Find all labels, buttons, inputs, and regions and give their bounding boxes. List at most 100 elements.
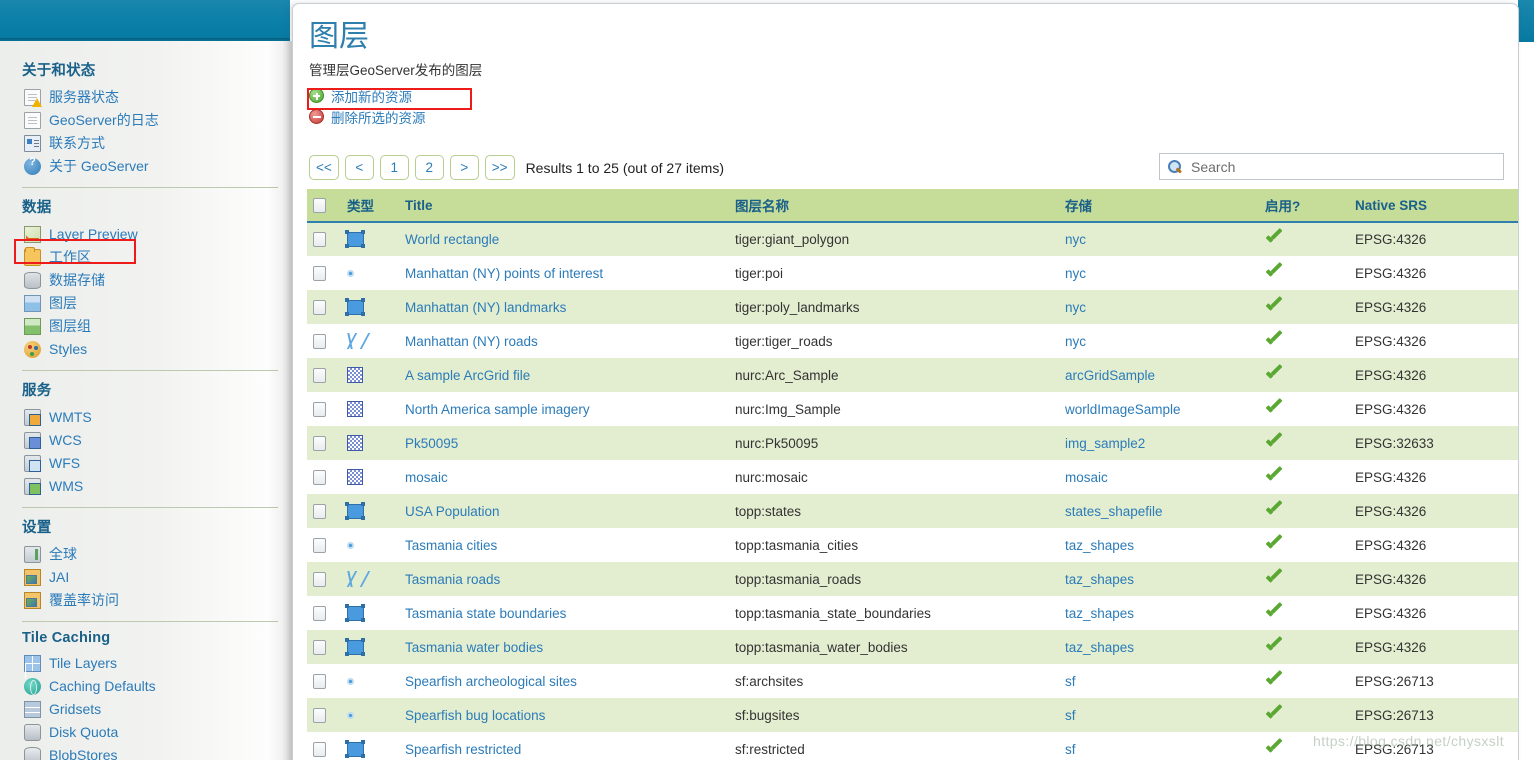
layer-title-link[interactable]: Pk50095: [405, 436, 458, 451]
row-checkbox[interactable]: [313, 741, 326, 757]
sidebar-item-global-settings[interactable]: 全球: [22, 543, 290, 565]
row-title-cell[interactable]: A sample ArcGrid file: [399, 358, 729, 392]
store-link[interactable]: img_sample2: [1065, 436, 1145, 451]
search-box[interactable]: [1159, 153, 1504, 180]
sidebar-item-layer-preview[interactable]: Layer Preview: [22, 223, 290, 245]
row-title-cell[interactable]: Spearfish restricted: [399, 732, 729, 760]
row-select-cell[interactable]: [307, 664, 341, 698]
pager-last-button[interactable]: >>: [484, 155, 515, 180]
row-title-cell[interactable]: Tasmania water bodies: [399, 630, 729, 664]
row-title-cell[interactable]: Manhattan (NY) points of interest: [399, 256, 729, 290]
layer-title-link[interactable]: Spearfish bug locations: [405, 708, 545, 723]
layer-title-link[interactable]: Tasmania cities: [405, 538, 497, 553]
sidebar-item-workspace[interactable]: 工作区: [22, 246, 290, 268]
row-checkbox[interactable]: [313, 503, 326, 519]
pager-first-button[interactable]: <<: [309, 155, 339, 180]
store-link[interactable]: nyc: [1065, 232, 1086, 247]
row-title-cell[interactable]: Spearfish archeological sites: [399, 664, 729, 698]
sidebar-item-caching-defaults[interactable]: Caching Defaults: [22, 675, 290, 697]
row-checkbox[interactable]: [313, 367, 326, 383]
row-store-cell[interactable]: taz_shapes: [1059, 596, 1259, 630]
store-link[interactable]: taz_shapes: [1065, 606, 1134, 621]
layer-title-link[interactable]: Spearfish archeological sites: [405, 674, 577, 689]
row-title-cell[interactable]: Manhattan (NY) roads: [399, 324, 729, 358]
row-checkbox[interactable]: [313, 537, 326, 553]
remove-resource-action[interactable]: 删除所选的资源: [309, 106, 1504, 127]
sidebar-item-blobstores[interactable]: BlobStores: [22, 744, 290, 760]
sidebar-item-about[interactable]: 关于 GeoServer: [22, 155, 290, 177]
row-select-cell[interactable]: [307, 324, 341, 358]
row-title-cell[interactable]: Manhattan (NY) landmarks: [399, 290, 729, 324]
row-select-cell[interactable]: [307, 392, 341, 426]
row-title-cell[interactable]: Tasmania roads: [399, 562, 729, 596]
store-link[interactable]: nyc: [1065, 334, 1086, 349]
row-checkbox[interactable]: [313, 435, 326, 451]
row-select-cell[interactable]: [307, 698, 341, 732]
row-title-cell[interactable]: USA Population: [399, 494, 729, 528]
row-store-cell[interactable]: mosaic: [1059, 460, 1259, 494]
row-select-cell[interactable]: [307, 426, 341, 460]
store-link[interactable]: mosaic: [1065, 470, 1108, 485]
layer-title-link[interactable]: Spearfish restricted: [405, 742, 521, 757]
row-store-cell[interactable]: nyc: [1059, 256, 1259, 290]
sidebar-item-wmts[interactable]: WMTS: [22, 406, 290, 428]
row-select-cell[interactable]: [307, 528, 341, 562]
row-checkbox[interactable]: [313, 673, 326, 689]
row-checkbox[interactable]: [313, 333, 326, 349]
sidebar-item-coverage-access[interactable]: 覆盖率访问: [22, 589, 290, 611]
sidebar-item-datastore[interactable]: 数据存储: [22, 269, 290, 291]
sidebar-item-jai[interactable]: JAI: [22, 566, 290, 588]
row-store-cell[interactable]: sf: [1059, 732, 1259, 760]
store-link[interactable]: taz_shapes: [1065, 572, 1134, 587]
row-select-cell[interactable]: [307, 596, 341, 630]
row-select-cell[interactable]: [307, 630, 341, 664]
store-link[interactable]: sf: [1065, 708, 1076, 723]
sidebar-item-wcs[interactable]: WCS: [22, 429, 290, 451]
row-checkbox[interactable]: [313, 571, 326, 587]
pager-page-1-button[interactable]: 1: [379, 155, 409, 180]
row-checkbox[interactable]: [313, 605, 326, 621]
layer-title-link[interactable]: World rectangle: [405, 232, 499, 247]
store-link[interactable]: sf: [1065, 674, 1076, 689]
sidebar-item-disk-quota[interactable]: Disk Quota: [22, 721, 290, 743]
layer-title-link[interactable]: Manhattan (NY) points of interest: [405, 266, 603, 281]
row-select-cell[interactable]: [307, 290, 341, 324]
layer-title-link[interactable]: Tasmania roads: [405, 572, 500, 587]
row-checkbox[interactable]: [313, 401, 326, 417]
layer-title-link[interactable]: mosaic: [405, 470, 448, 485]
row-select-cell[interactable]: [307, 460, 341, 494]
store-link[interactable]: nyc: [1065, 266, 1086, 281]
row-select-cell[interactable]: [307, 358, 341, 392]
row-title-cell[interactable]: North America sample imagery: [399, 392, 729, 426]
store-link[interactable]: nyc: [1065, 300, 1086, 315]
header-native-srs[interactable]: Native SRS: [1349, 189, 1518, 223]
store-link[interactable]: states_shapefile: [1065, 504, 1163, 519]
row-store-cell[interactable]: states_shapefile: [1059, 494, 1259, 528]
row-select-cell[interactable]: [307, 732, 341, 760]
pager-page-2-button[interactable]: 2: [414, 155, 444, 180]
row-checkbox[interactable]: [313, 469, 326, 485]
row-checkbox[interactable]: [313, 232, 326, 248]
layer-title-link[interactable]: North America sample imagery: [405, 402, 590, 417]
header-select-all[interactable]: [307, 189, 341, 223]
layer-title-link[interactable]: Tasmania state boundaries: [405, 606, 566, 621]
sidebar-item-wms[interactable]: WMS: [22, 475, 290, 497]
row-title-cell[interactable]: Spearfish bug locations: [399, 698, 729, 732]
layer-title-link[interactable]: Manhattan (NY) roads: [405, 334, 538, 349]
row-select-cell[interactable]: [307, 222, 341, 256]
row-store-cell[interactable]: worldImageSample: [1059, 392, 1259, 426]
row-checkbox[interactable]: [313, 265, 326, 281]
row-store-cell[interactable]: nyc: [1059, 290, 1259, 324]
row-store-cell[interactable]: arcGridSample: [1059, 358, 1259, 392]
row-store-cell[interactable]: sf: [1059, 698, 1259, 732]
pager-prev-button[interactable]: <: [344, 155, 374, 180]
layer-title-link[interactable]: A sample ArcGrid file: [405, 368, 530, 383]
layer-title-link[interactable]: Tasmania water bodies: [405, 640, 543, 655]
store-link[interactable]: worldImageSample: [1065, 402, 1181, 417]
row-checkbox[interactable]: [313, 299, 326, 315]
pager-next-button[interactable]: >: [449, 155, 479, 180]
store-link[interactable]: taz_shapes: [1065, 640, 1134, 655]
layer-title-link[interactable]: USA Population: [405, 504, 500, 519]
row-title-cell[interactable]: Tasmania cities: [399, 528, 729, 562]
row-title-cell[interactable]: World rectangle: [399, 222, 729, 256]
